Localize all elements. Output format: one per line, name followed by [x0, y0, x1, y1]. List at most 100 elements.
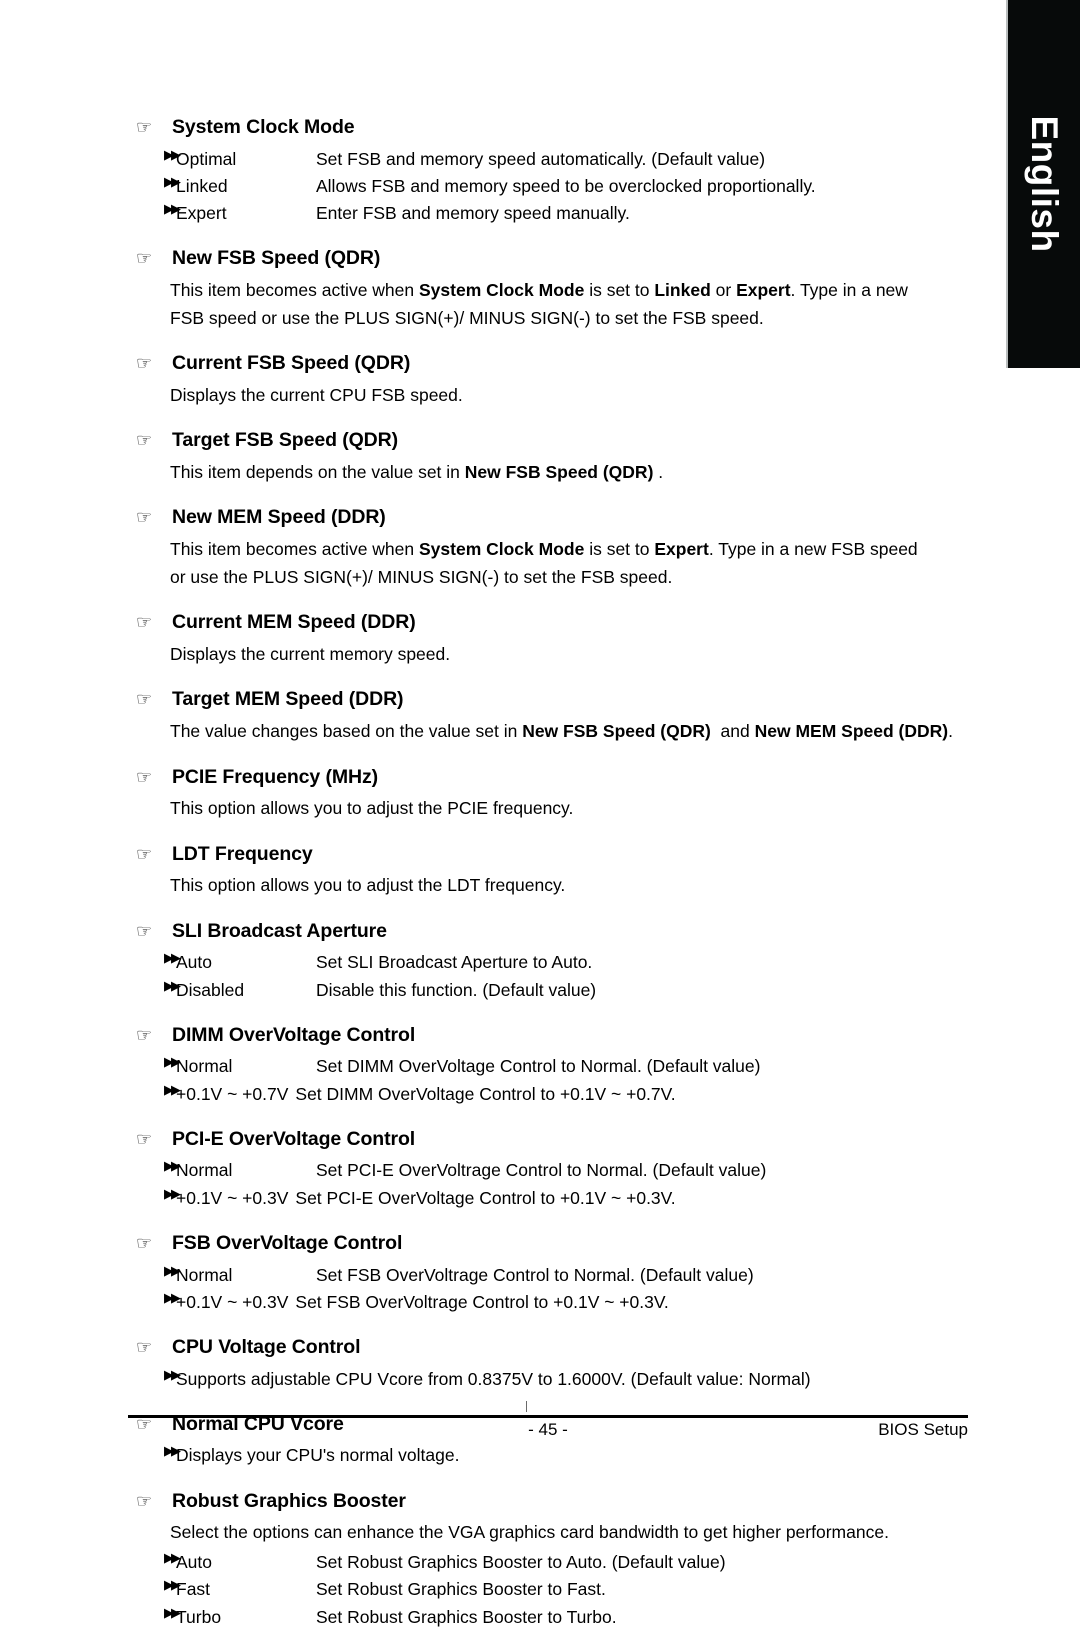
option-row: ▶▶ Normal Set PCI-E OverVoltrage Control … — [136, 1157, 966, 1184]
double-arrow-icon: ▶▶ — [164, 951, 181, 967]
paragraph-fragment: This item becomes active when — [170, 538, 419, 559]
option-term: Fast — [176, 1579, 211, 1600]
section-heading: ☞ New FSB Speed (QDR) — [136, 249, 966, 269]
option-desc: Set DIMM OverVoltage Control to +0.1V ~ … — [295, 1083, 676, 1104]
option-row: ▶▶ +0.1V ~ +0.3V Set PCI-E OverVoltage Co… — [136, 1185, 966, 1212]
section-heading: ☞ PCIE Frequency (MHz) — [136, 765, 966, 788]
option-desc: Enter FSB and memory speed manually. — [316, 203, 630, 224]
option-desc: Disable this function. (Default value) — [316, 979, 597, 1000]
double-arrow-icon: ▶▶ — [164, 1055, 181, 1071]
document-label: BIOS Setup — [878, 1420, 968, 1439]
section-pcie-frequency: ☞ PCIE Frequency (MHz) This option allow… — [136, 765, 966, 823]
option-term: Normal — [176, 1264, 233, 1285]
section-system-clock-mode: ☞ System Clock Mode ▶▶ Optimal Set FSB an… — [136, 117, 966, 227]
section-target-mem-speed: ☞ Target MEM Speed (DDR) The value chang… — [136, 690, 966, 745]
pointing-hand-icon: ☞ — [136, 1490, 153, 1512]
section-heading: ☞ Current FSB Speed (QDR) — [136, 352, 966, 375]
option-row: ▶▶ +0.1V ~ +0.3V Set FSB OverVoltrage Con… — [136, 1289, 966, 1316]
double-arrow-icon: ▶▶ — [164, 1578, 181, 1594]
pointing-hand-icon: ☞ — [136, 430, 153, 452]
pointing-hand-icon: ☞ — [136, 1128, 153, 1150]
option-term: Turbo — [176, 1606, 222, 1627]
section-cpu-voltage-control: ☞ CPU Voltage Control ▶▶ Supports adjust… — [136, 1336, 966, 1393]
option-desc: Set DIMM OverVoltage Control to Normal. … — [316, 1056, 761, 1077]
option-desc: Allows FSB and memory speed to be overcl… — [316, 175, 816, 196]
option-row: ▶▶ Normal Set FSB OverVoltrage Control to… — [136, 1262, 966, 1289]
option-row: ▶▶ Normal Set DIMM OverVoltage Control to… — [136, 1053, 966, 1080]
paragraph-fragment: or — [710, 279, 737, 300]
footer-divider — [128, 1415, 968, 1418]
section-heading: ☞ Target FSB Speed (QDR) — [136, 431, 966, 451]
paragraph-fragment: The value changes based on the value set… — [170, 720, 523, 741]
double-arrow-icon: ▶▶ — [164, 147, 181, 163]
section-dimm-overvoltage-control: ☞ DIMM OverVoltage Control ▶▶ Normal Set … — [136, 1023, 966, 1108]
section-ldt-frequency: ☞ LDT Frequency This option allows you t… — [136, 844, 966, 900]
section-heading: ☞ System Clock Mode — [136, 117, 966, 138]
heading-text: Robust Graphics Booster — [172, 1489, 406, 1512]
paragraph-fragment: . — [653, 461, 664, 482]
option-row: ▶▶ Auto Set Robust Graphics Booster to Au… — [136, 1549, 966, 1576]
section-heading: ☞ LDT Frequency — [136, 844, 966, 865]
double-arrow-icon: ▶▶ — [164, 202, 181, 218]
section-paragraph: The value changes based on the value set… — [136, 718, 966, 746]
option-desc: Set FSB OverVoltrage Control to Normal. … — [316, 1264, 754, 1285]
option-term: +0.1V ~ +0.3V — [176, 1291, 289, 1312]
paragraph-fragment: . — [948, 720, 953, 741]
section-paragraph: This option allows you to adjust the LDT… — [170, 875, 566, 896]
section-paragraph: This option allows you to adjust the PCI… — [170, 798, 574, 819]
section-current-mem-speed: ☞ Current MEM Speed (DDR) Displays the c… — [136, 612, 966, 668]
section-heading: ☞ CPU Voltage Control — [136, 1336, 966, 1359]
option-desc: Set Robust Graphics Booster to Turbo. — [316, 1606, 617, 1627]
double-arrow-icon: ▶▶ — [164, 1605, 181, 1621]
paragraph-emphasis: System Clock Mode — [419, 279, 585, 300]
pointing-hand-icon: ☞ — [136, 766, 153, 788]
heading-text: Current FSB Speed (QDR) — [172, 352, 411, 375]
heading-text: PCI-E OverVoltage Control — [172, 1127, 416, 1150]
pointing-hand-icon: ☞ — [136, 248, 153, 270]
heading-text: CPU Voltage Control — [172, 1336, 361, 1359]
paragraph-fragment: This item depends on the value set in — [170, 461, 465, 482]
double-arrow-icon: ▶▶ — [164, 1159, 181, 1175]
heading-text: DIMM OverVoltage Control — [172, 1023, 416, 1046]
option-desc: Set PCI-E OverVoltrage Control to Normal… — [316, 1160, 767, 1181]
section-heading: ☞ FSB OverVoltage Control — [136, 1233, 966, 1254]
paragraph-fragment: is set to — [584, 538, 655, 559]
pointing-hand-icon: ☞ — [136, 1024, 153, 1046]
double-arrow-icon: ▶▶ — [164, 1186, 181, 1202]
paragraph-emphasis: Expert — [654, 538, 709, 559]
option-desc: Set Robust Graphics Booster to Fast. — [316, 1579, 606, 1600]
heading-text: PCIE Frequency (MHz) — [172, 765, 379, 788]
option-term: +0.1V ~ +0.7V — [176, 1083, 289, 1104]
footer-line: - 45 - BIOS Setup — [128, 1420, 968, 1450]
double-arrow-icon: ▶▶ — [164, 978, 181, 994]
section-current-fsb-speed: ☞ Current FSB Speed (QDR) Displays the c… — [136, 352, 966, 409]
option-desc: Set FSB and memory speed automatically. … — [316, 148, 766, 169]
section-heading: ☞ SLI Broadcast Aperture — [136, 919, 966, 942]
option-term: Expert — [176, 203, 227, 224]
option-row: ▶▶ Linked Allows FSB and memory speed to … — [136, 173, 966, 200]
option-term: Normal — [176, 1056, 233, 1077]
paragraph-fragment: . Type in a new FSB speed — [708, 538, 918, 559]
pointing-hand-icon: ☞ — [136, 117, 153, 138]
heading-text: Target MEM Speed (DDR) — [172, 688, 404, 711]
option-term: Linked — [176, 175, 228, 196]
section-paragraph: This item becomes active when System Clo… — [136, 277, 966, 332]
option-row: ▶▶ Fast Set Robust Graphics Booster to Fa… — [136, 1576, 966, 1603]
section-heading: ☞ Robust Graphics Booster — [136, 1489, 966, 1512]
option-desc: Set Robust Graphics Booster to Auto. (De… — [316, 1551, 726, 1572]
section-paragraph: Displays the current memory speed. — [170, 643, 451, 664]
section-heading: ☞ New MEM Speed (DDR) — [136, 508, 966, 528]
pointing-hand-icon: ☞ — [136, 920, 153, 942]
paragraph-emphasis: New FSB Speed (QDR) — [464, 461, 654, 482]
section-new-fsb-speed: ☞ New FSB Speed (QDR) This item becomes … — [136, 249, 966, 332]
option-desc: Set FSB OverVoltrage Control to +0.1V ~ … — [295, 1291, 669, 1312]
pointing-hand-icon: ☞ — [136, 689, 153, 711]
double-arrow-icon: ▶▶ — [164, 174, 181, 190]
section-heading: ☞ Current MEM Speed (DDR) — [136, 612, 966, 633]
paragraph-fragment: This item becomes active when — [170, 279, 419, 300]
section-robust-graphics-booster: ☞ Robust Graphics Booster Select the opt… — [136, 1489, 966, 1631]
heading-text: SLI Broadcast Aperture — [172, 919, 387, 942]
paragraph-fragment: . Type in a new — [790, 279, 908, 300]
option-term: Supports adjustable CPU Vcore from 0.837… — [176, 1368, 811, 1389]
paragraph-emphasis: Expert — [736, 279, 791, 300]
